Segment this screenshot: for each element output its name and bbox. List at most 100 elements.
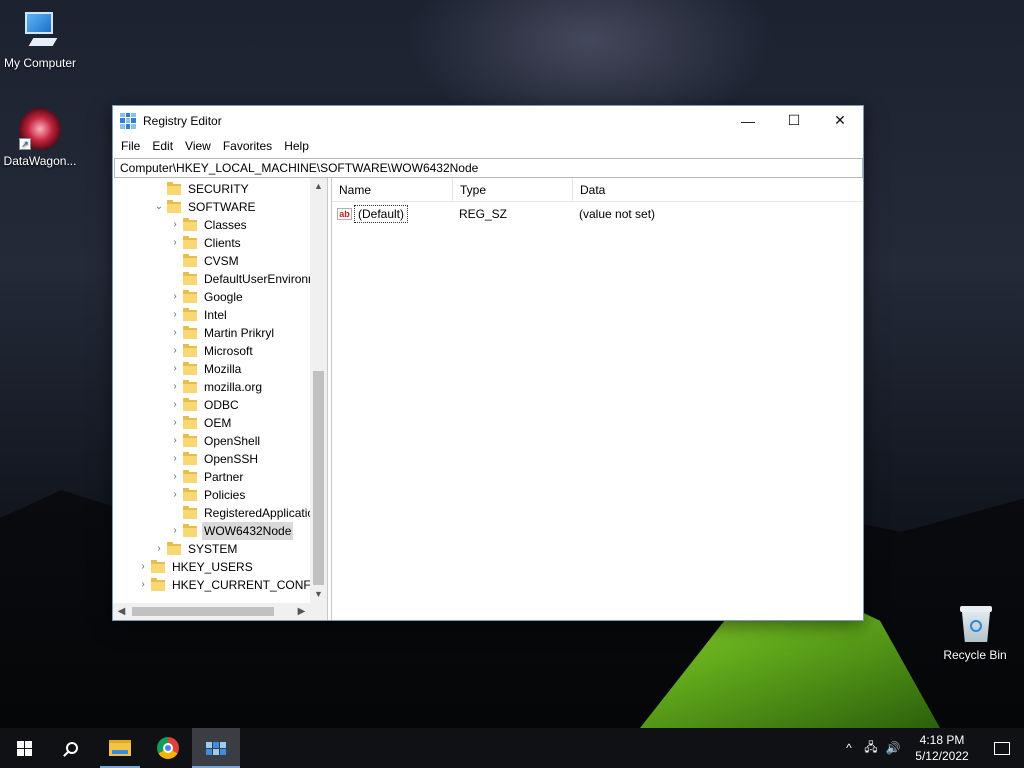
tree-node[interactable]: › OpenSSH bbox=[167, 450, 260, 468]
taskbar-registry-editor[interactable] bbox=[192, 728, 240, 768]
clock-time: 4:18 PM bbox=[919, 733, 965, 747]
expand-chevron-icon[interactable]: › bbox=[167, 522, 183, 540]
tree-node[interactable]: SECURITY bbox=[151, 180, 251, 198]
tree-node[interactable]: › Policies bbox=[167, 486, 247, 504]
tree-node[interactable]: › OpenShell bbox=[167, 432, 262, 450]
string-value-icon: ab bbox=[337, 208, 352, 220]
expand-chevron-icon[interactable]: › bbox=[167, 396, 183, 414]
value-type: REG_SZ bbox=[459, 207, 508, 221]
folder-icon bbox=[183, 487, 197, 501]
menu-help[interactable]: Help bbox=[278, 135, 315, 157]
tree-node-label: SECURITY bbox=[188, 182, 249, 196]
tree-node[interactable]: › HKEY_USERS bbox=[135, 558, 255, 576]
scroll-left-icon[interactable]: ◀ bbox=[113, 606, 130, 617]
folder-icon bbox=[183, 451, 197, 465]
tree-node-label: Policies bbox=[204, 488, 246, 502]
taskbar-file-explorer[interactable] bbox=[96, 728, 144, 768]
address-bar[interactable]: Computer\HKEY_LOCAL_MACHINE\SOFTWARE\WOW… bbox=[114, 158, 863, 178]
tree-node[interactable]: › Partner bbox=[167, 468, 245, 486]
notification-center-button[interactable] bbox=[980, 741, 1024, 755]
tree-node-label: Partner bbox=[204, 470, 244, 484]
folder-icon bbox=[183, 235, 197, 249]
column-header-name[interactable]: Name bbox=[332, 178, 453, 202]
menu-view[interactable]: View bbox=[179, 135, 217, 157]
tree-hscroll-thumb[interactable] bbox=[132, 607, 274, 616]
tree-node[interactable]: › Google bbox=[167, 288, 245, 306]
desktop-icon-recycle-bin[interactable]: Recycle Bin bbox=[935, 602, 1015, 662]
tree-node[interactable]: RegisteredApplicatic bbox=[167, 504, 315, 522]
tree-node[interactable]: DefaultUserEnvironn bbox=[167, 270, 317, 288]
value-row[interactable]: ab (Default) REG_SZ (value not set) bbox=[332, 204, 863, 224]
close-button[interactable]: ✕ bbox=[817, 106, 863, 135]
minimize-button[interactable]: — bbox=[725, 106, 771, 135]
menu-file[interactable]: File bbox=[115, 135, 146, 157]
scroll-up-icon[interactable]: ▲ bbox=[310, 178, 327, 195]
folder-icon bbox=[183, 433, 197, 447]
tree-pane: SECURITY ⌄ SOFTWARE › Classes › Clients CVSM Def… bbox=[113, 178, 328, 620]
menu-edit[interactable]: Edit bbox=[146, 135, 179, 157]
expand-chevron-icon[interactable]: › bbox=[167, 450, 183, 468]
clock[interactable]: 4:18 PM 5/12/2022 bbox=[904, 732, 980, 764]
tree-node[interactable]: ⌄ SOFTWARE bbox=[151, 198, 258, 216]
chevron-up-icon[interactable]: ^ bbox=[838, 741, 860, 755]
tree-node-label: Google bbox=[204, 290, 243, 304]
menu-favorites[interactable]: Favorites bbox=[217, 135, 278, 157]
expand-chevron-icon[interactable]: › bbox=[167, 432, 183, 450]
expand-chevron-icon[interactable]: › bbox=[167, 306, 183, 324]
tree-vscroll-thumb[interactable] bbox=[313, 371, 324, 585]
tree-node[interactable]: › HKEY_CURRENT_CONFIG bbox=[135, 576, 325, 594]
tree-node[interactable]: › Mozilla bbox=[167, 360, 243, 378]
notification-icon bbox=[994, 741, 1010, 755]
tree-node-label: SOFTWARE bbox=[188, 200, 256, 214]
expand-chevron-icon[interactable]: › bbox=[167, 360, 183, 378]
expand-chevron-icon[interactable]: › bbox=[135, 558, 151, 576]
maximize-button[interactable]: ☐ bbox=[771, 106, 817, 135]
tree-vertical-scrollbar[interactable]: ▲ ▼ bbox=[310, 178, 327, 603]
start-button[interactable] bbox=[0, 728, 48, 768]
tree-node[interactable]: › SYSTEM bbox=[151, 540, 239, 558]
expand-chevron-icon[interactable]: › bbox=[167, 342, 183, 360]
tree-node[interactable]: › Microsoft bbox=[167, 342, 255, 360]
scroll-right-icon[interactable]: ▶ bbox=[293, 606, 310, 617]
tree-node[interactable]: › Intel bbox=[167, 306, 229, 324]
expand-chevron-icon[interactable]: › bbox=[167, 486, 183, 504]
expand-chevron-icon[interactable]: › bbox=[135, 576, 151, 594]
column-header-data[interactable]: Data bbox=[573, 178, 673, 202]
scroll-down-icon[interactable]: ▼ bbox=[310, 586, 327, 603]
folder-icon bbox=[183, 397, 197, 411]
desktop-icon-my-computer[interactable]: My Computer bbox=[0, 10, 80, 70]
expand-chevron-icon[interactable]: › bbox=[151, 540, 167, 558]
title-bar[interactable]: Registry Editor — ☐ ✕ bbox=[113, 106, 863, 135]
column-header-type[interactable]: Type bbox=[453, 178, 573, 202]
folder-icon bbox=[167, 541, 181, 555]
tree-node[interactable]: › Clients bbox=[167, 234, 243, 252]
expand-chevron-icon[interactable]: › bbox=[167, 288, 183, 306]
expand-chevron-icon[interactable]: › bbox=[167, 216, 183, 234]
tree-node[interactable]: › Classes bbox=[167, 216, 249, 234]
shortcut-arrow-icon: ↗ bbox=[19, 138, 31, 150]
expand-chevron-icon[interactable]: › bbox=[167, 468, 183, 486]
network-icon[interactable]: 🖧 bbox=[860, 738, 882, 759]
tree-horizontal-scrollbar[interactable]: ◀ ▶ bbox=[113, 603, 327, 620]
tree-node[interactable]: › OEM bbox=[167, 414, 233, 432]
expand-chevron-icon[interactable]: › bbox=[167, 378, 183, 396]
expand-chevron-icon[interactable]: ⌄ bbox=[151, 198, 167, 216]
tree-node-label: RegisteredApplicatic bbox=[204, 506, 314, 520]
volume-icon[interactable]: 🔊 bbox=[882, 741, 904, 755]
folder-icon bbox=[183, 253, 197, 267]
chrome-icon bbox=[157, 737, 179, 759]
tree-node-label: Intel bbox=[204, 308, 227, 322]
expand-chevron-icon[interactable]: › bbox=[167, 414, 183, 432]
taskbar-chrome[interactable] bbox=[144, 728, 192, 768]
tree-node[interactable]: CVSM bbox=[167, 252, 241, 270]
tree-node-label: OpenSSH bbox=[204, 452, 259, 466]
tree-node[interactable]: › mozilla.org bbox=[167, 378, 264, 396]
system-tray: ^ 🖧 🔊 4:18 PM 5/12/2022 bbox=[838, 728, 1024, 768]
expand-chevron-icon[interactable]: › bbox=[167, 234, 183, 252]
tree-node[interactable]: › WOW6432Node bbox=[167, 522, 294, 540]
tree-node[interactable]: › ODBC bbox=[167, 396, 241, 414]
desktop-icon-datawagon[interactable]: ↗ DataWagon... bbox=[0, 108, 80, 168]
expand-chevron-icon[interactable]: › bbox=[167, 324, 183, 342]
search-button[interactable] bbox=[48, 728, 96, 768]
tree-node[interactable]: › Martin Prikryl bbox=[167, 324, 276, 342]
